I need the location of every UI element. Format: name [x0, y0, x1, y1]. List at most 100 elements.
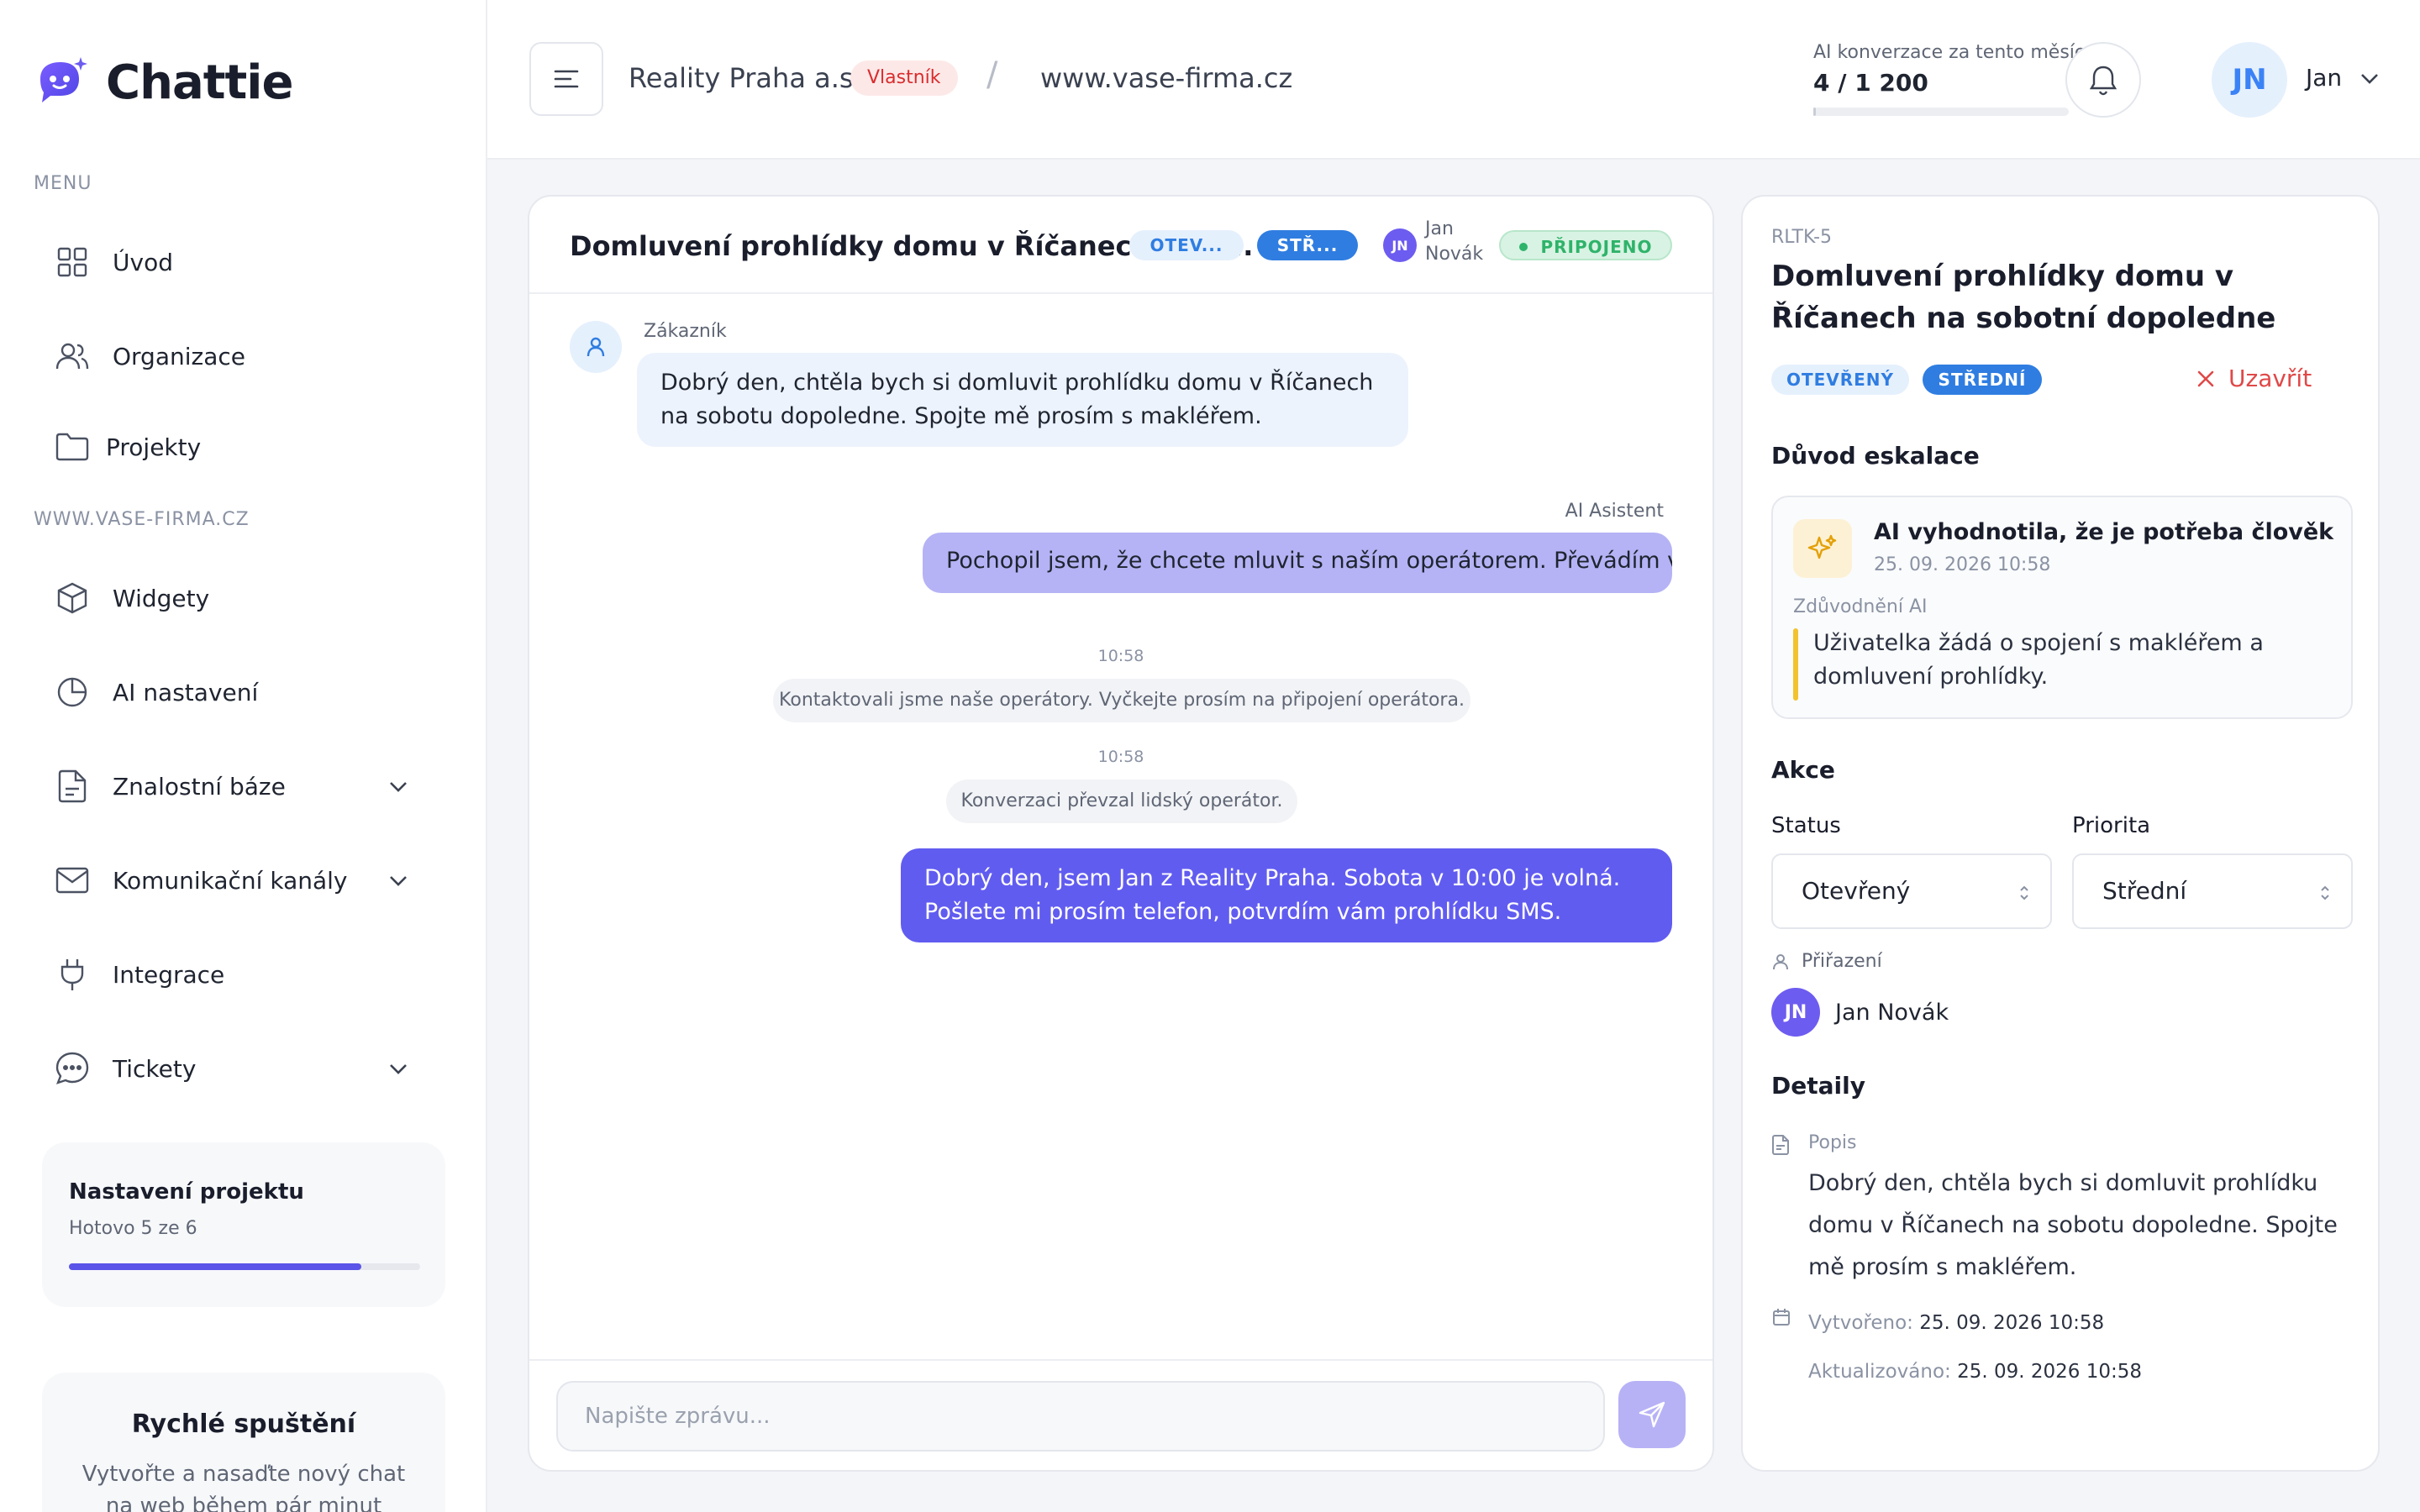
assignee-avatar: JN — [1383, 228, 1417, 262]
created-value: 25. 09. 2026 10:58 — [1919, 1312, 2105, 1334]
topbar: Reality Praha a.s. Vlastník / www.vase-f… — [487, 0, 2420, 160]
bell-icon — [2088, 64, 2118, 96]
usage-progress-bar — [1813, 108, 2069, 116]
logo[interactable]: Chattie — [34, 54, 293, 111]
menu-section-label: MENU — [34, 173, 92, 194]
actions-heading: Akce — [1771, 756, 1835, 784]
chat-icon — [54, 1050, 91, 1087]
sidebar-item-label: AI nastavení — [113, 678, 259, 706]
setup-progress-fill — [69, 1263, 362, 1270]
sidebar-item-uvod[interactable]: Úvod — [34, 232, 437, 292]
priority-pill: STŘ... — [1257, 230, 1358, 260]
menu-toggle-button[interactable] — [529, 42, 603, 116]
project-section-label: WWW.VASE-FIRMA.CZ — [34, 509, 250, 530]
status-badge: OTEVŘENÝ — [1771, 365, 1909, 395]
description-text: Dobrý den, chtěla bych si domluvit prohl… — [1808, 1170, 2338, 1280]
notifications-button[interactable] — [2065, 42, 2141, 118]
sidebar-item-organizace[interactable]: Organizace — [34, 326, 437, 386]
setup-title: Nastavení projektu — [69, 1179, 304, 1205]
sparkle-icon — [1793, 519, 1852, 578]
priority-select[interactable]: Střední — [2072, 853, 2353, 929]
setup-subtitle: Hotovo 5 ze 6 — [69, 1218, 197, 1239]
status-select[interactable]: Otevřený — [1771, 853, 2052, 929]
chat-panel: Domluvení prohlídky domu v Říčanech na s… — [528, 195, 1714, 1472]
sidebar-item-widgety[interactable]: Widgety — [34, 568, 437, 628]
send-icon — [1638, 1400, 1666, 1429]
usage-label: AI konverzace za tento měsíc — [1813, 42, 2085, 63]
project-site[interactable]: www.vase-firma.cz — [1040, 62, 1292, 94]
chat-header: Domluvení prohlídky domu v Říčanech na s… — [529, 197, 1712, 294]
sidebar-item-label: Organizace — [113, 342, 245, 370]
project-setup-card[interactable]: Nastavení projektu Hotovo 5 ze 6 — [42, 1142, 445, 1307]
grid-icon — [54, 244, 91, 281]
folder-icon — [54, 428, 91, 465]
quick-start-card[interactable]: Rychlé spuštění Vytvořte a nasaďte nový … — [42, 1373, 445, 1512]
status-label: Status — [1771, 813, 1841, 838]
organization-name[interactable]: Reality Praha a.s. — [629, 62, 862, 94]
chevron-down-icon[interactable] — [387, 1057, 410, 1080]
ticket-detail-panel: RLTK-5 Domluvení prohlídky domu v Říčane… — [1741, 195, 2380, 1472]
chevron-down-icon[interactable] — [387, 774, 410, 798]
reason-label: Zdůvodnění AI — [1793, 596, 1928, 617]
sidebar-item-label: Projekty — [106, 433, 202, 461]
chevron-down-icon[interactable] — [2358, 69, 2381, 89]
send-button[interactable] — [1618, 1381, 1686, 1448]
agent-message: Dobrý den, jsem Jan z Reality Praha. Sob… — [901, 848, 1672, 942]
sidebar-item-ai-nastaveni[interactable]: AI nastavení — [34, 662, 437, 722]
usage-count: 4 / 1 200 — [1813, 69, 1928, 97]
assignee-first-name: Jan — [1425, 218, 1454, 239]
sidebar-item-label: Úvod — [113, 248, 173, 276]
calendar-icon — [1771, 1307, 1791, 1327]
sidebar-item-label: Integrace — [113, 960, 225, 989]
sidebar-item-label: Widgety — [113, 584, 210, 612]
close-ticket-button[interactable]: Uzavřít — [2196, 365, 2312, 392]
breadcrumb-separator: / — [986, 55, 998, 94]
assigned-name[interactable]: Jan Novák — [1835, 1000, 1949, 1026]
system-time: 10:58 — [1097, 748, 1144, 766]
chevron-down-icon[interactable] — [387, 869, 410, 892]
created-label: Vytvořeno: — [1808, 1312, 1913, 1334]
assignee-last-name: Novák — [1425, 244, 1484, 265]
created-row: Vytvořeno: 25. 09. 2026 10:58 — [1808, 1312, 2104, 1334]
sidebar-item-projekty[interactable]: Projekty — [34, 417, 437, 477]
cube-icon — [54, 580, 91, 617]
priority-label: Priorita — [2072, 813, 2151, 838]
close-label: Uzavřít — [2228, 365, 2312, 392]
message-input[interactable] — [556, 1381, 1605, 1452]
details-heading: Detaily — [1771, 1072, 1865, 1100]
user-icon — [1771, 953, 1790, 971]
close-icon — [2196, 370, 2215, 388]
status-dot-icon — [1519, 243, 1528, 251]
escalation-title: AI vyhodnotila, že je potřeba člověk — [1874, 519, 2334, 545]
sidebar-item-tickety[interactable]: Tickety — [34, 1038, 437, 1099]
connection-label: PŘIPOJENO — [1540, 237, 1653, 257]
sidebar-item-integrace[interactable]: Integrace — [34, 944, 437, 1005]
reason-text: Uživatelka žádá o spojení s makléřem a d… — [1813, 630, 2264, 690]
user-avatar[interactable]: JN — [2212, 42, 2287, 118]
document-icon — [1771, 1134, 1790, 1156]
sidebar-item-znalostni-baze[interactable]: Znalostní báze — [34, 756, 437, 816]
escalation-heading: Důvod eskalace — [1771, 442, 1980, 470]
assigned-label: Přiřazení — [1802, 951, 1882, 972]
system-message: Kontaktovali jsme naše operátory. Vyčkej… — [773, 679, 1470, 722]
setup-progress-bar — [69, 1263, 420, 1270]
document-icon — [54, 768, 91, 805]
user-name[interactable]: Jan — [2306, 64, 2342, 92]
sidebar-item-komunikacni-kanaly[interactable]: Komunikační kanály — [34, 850, 437, 911]
plug-icon — [54, 956, 91, 993]
sidebar: Chattie MENU Úvod Organizace Projekty WW… — [0, 0, 487, 1512]
ai-author: AI Asistent — [1565, 501, 1664, 522]
updated-value: 25. 09. 2026 10:58 — [1957, 1361, 2142, 1383]
usage-progress-fill — [1813, 108, 1817, 116]
select-arrows-icon — [2018, 884, 2030, 902]
assigned-avatar: JN — [1771, 988, 1820, 1037]
sidebar-item-label: Znalostní báze — [113, 772, 286, 801]
customer-avatar — [570, 321, 622, 373]
description-label: Popis — [1808, 1132, 1857, 1153]
customer-message: Dobrý den, chtěla bych si domluvit prohl… — [637, 353, 1408, 447]
ai-message: Pochopil jsem, že chcete mluvit s naším … — [923, 533, 1672, 593]
message-composer — [529, 1359, 1712, 1470]
chattie-logo-icon — [34, 54, 91, 111]
pie-icon — [54, 674, 91, 711]
priority-badge: STŘEDNÍ — [1923, 365, 2042, 395]
